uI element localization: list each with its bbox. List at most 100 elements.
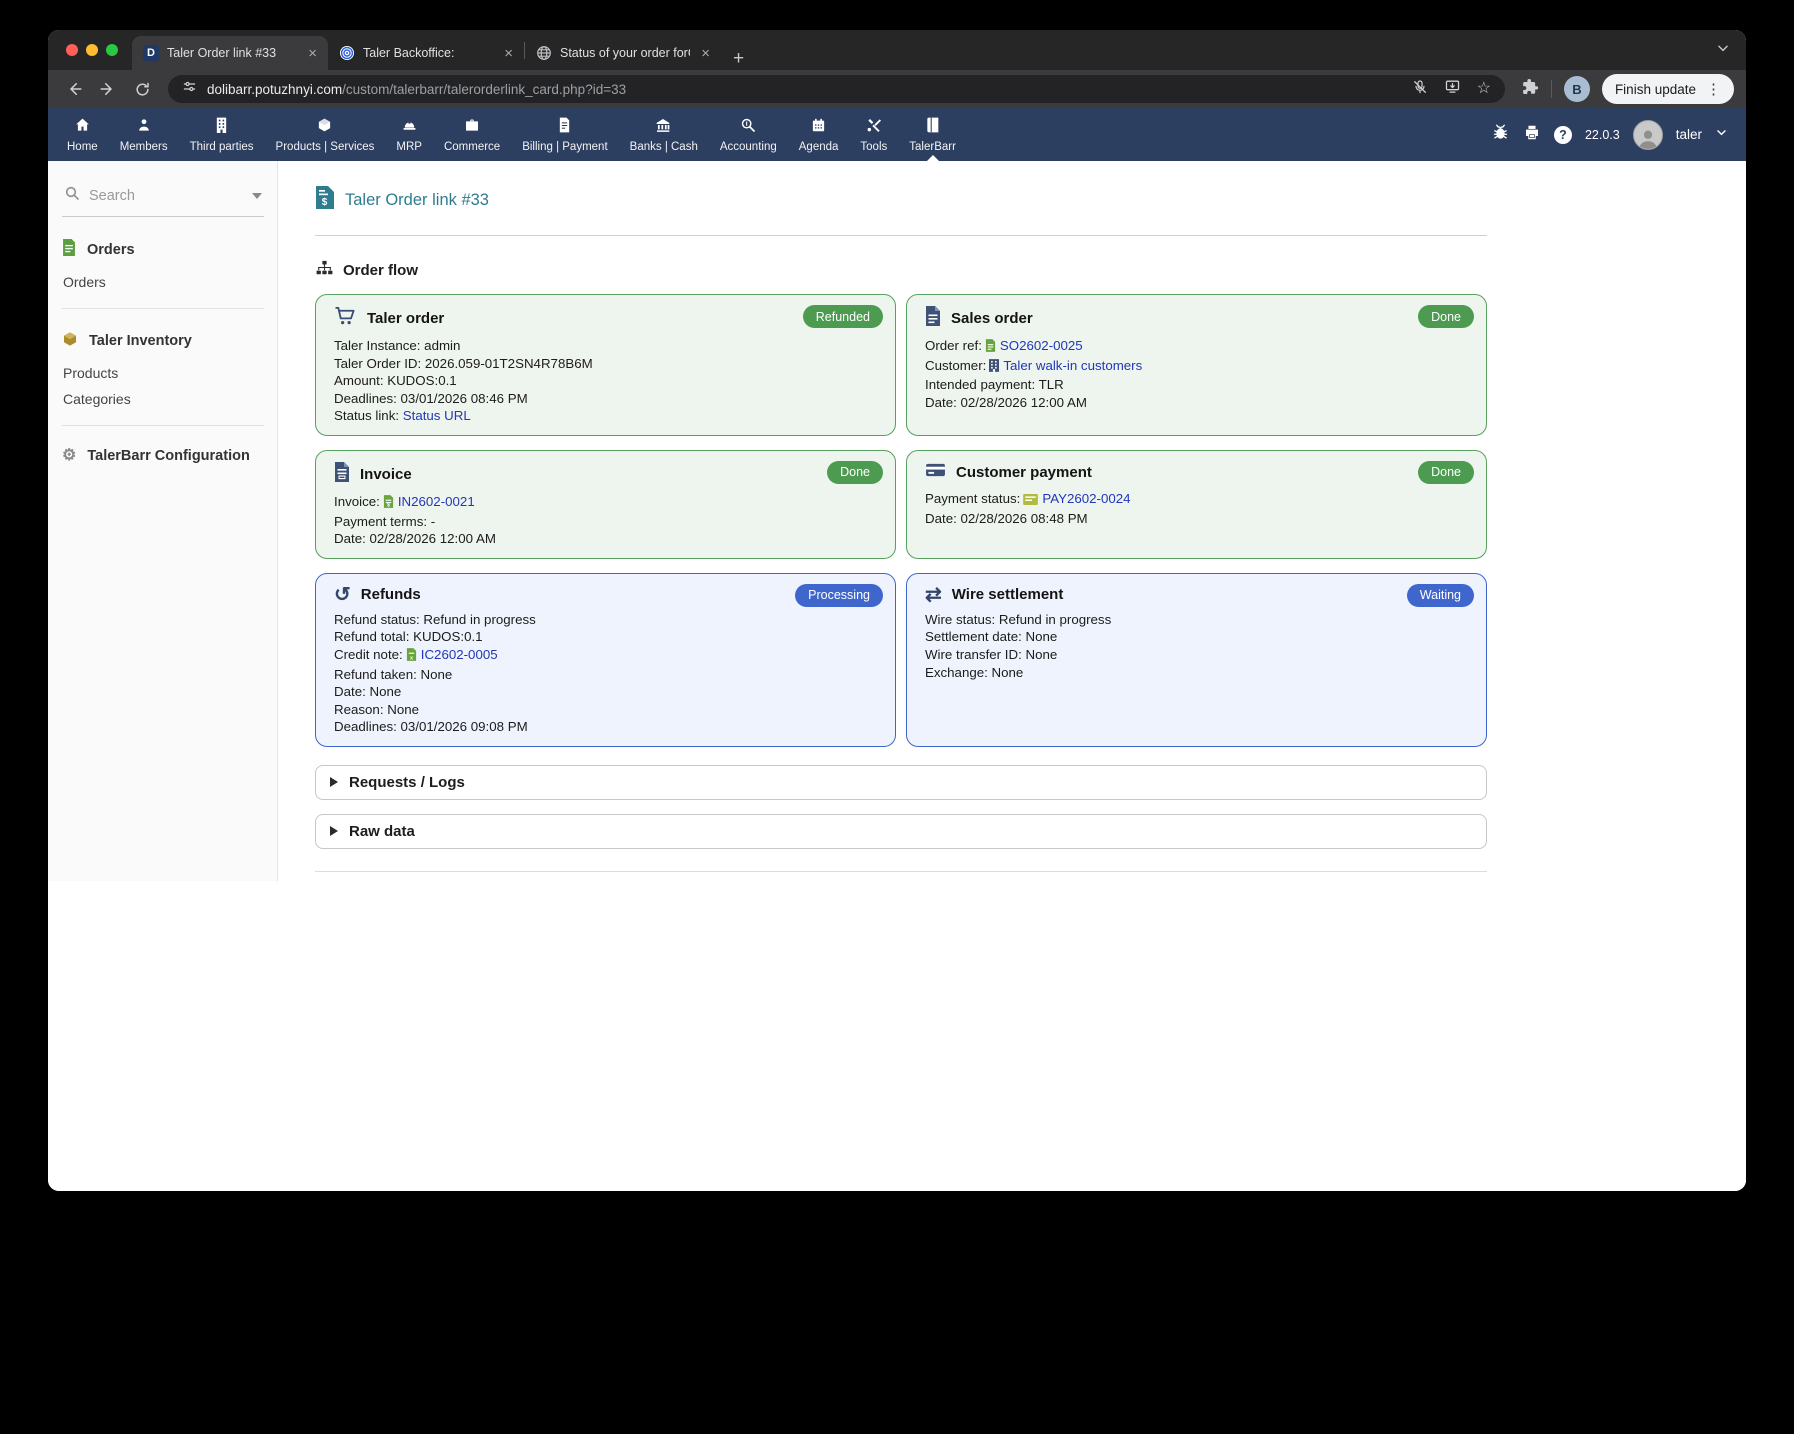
card-sales-order: Sales order Done Order ref:SO2602-0025 C…	[906, 294, 1487, 436]
card-line: Order ref:SO2602-0025	[925, 338, 1468, 355]
svg-text:$: $	[387, 503, 390, 508]
tab-search-chevron-icon[interactable]	[1716, 41, 1730, 60]
sales-order-doc-icon	[925, 306, 941, 331]
credit-note-icon: x	[406, 648, 417, 664]
back-icon[interactable]	[60, 75, 88, 103]
hard-hat-icon	[401, 117, 418, 138]
install-icon[interactable]	[1444, 78, 1461, 100]
zoom-window-button[interactable]	[106, 44, 118, 56]
credit-note-link[interactable]: IC2602-0005	[421, 647, 498, 662]
caret-right-icon	[330, 777, 338, 787]
nav-third-parties[interactable]: Third parties	[179, 108, 265, 161]
close-icon[interactable]: ×	[501, 46, 516, 61]
nav-products-services[interactable]: Products | Services	[265, 108, 386, 161]
tab-title: Taler Order link #33	[167, 46, 297, 60]
invoice-link[interactable]: IN2602-0021	[398, 494, 475, 509]
bug-icon[interactable]	[1491, 123, 1510, 146]
dolibarr-navbar: Home Members Third parties Products | Se…	[48, 108, 1746, 161]
sidebar-section-taler-inventory: Taler Inventory Products Categories	[62, 331, 264, 426]
search-input[interactable]	[89, 188, 239, 204]
nav-tools[interactable]: Tools	[849, 108, 898, 161]
nav-banks-cash[interactable]: Banks | Cash	[619, 108, 709, 161]
nav-home[interactable]: Home	[56, 108, 109, 161]
card-line: Refund status: Refund in progress	[334, 612, 877, 627]
extensions-icon[interactable]	[1521, 78, 1539, 101]
tools-icon	[866, 117, 882, 138]
card-line: Payment status:PAY2602-0024	[925, 491, 1468, 508]
members-icon	[136, 117, 152, 138]
profile-avatar[interactable]: B	[1564, 76, 1590, 102]
url-bar[interactable]: dolibarr.potuzhnyi.com/custom/talerbarr/…	[168, 75, 1505, 103]
accordion-raw-data[interactable]: Raw data	[315, 814, 1487, 849]
card-line: Date: 02/28/2026 08:48 PM	[925, 511, 1468, 526]
credit-card-icon	[925, 462, 946, 484]
sidebar: Orders Orders Taler Inventory Products C…	[48, 161, 278, 881]
traffic-lights	[48, 44, 132, 56]
close-icon[interactable]: ×	[305, 46, 320, 61]
sidebar-divider	[62, 308, 264, 309]
search-caret-icon[interactable]	[252, 193, 262, 199]
page-title-icon: $	[315, 186, 334, 214]
tab-taler-order-link[interactable]: D Taler Order link #33 ×	[132, 36, 328, 70]
status-badge: Refunded	[803, 305, 883, 328]
reload-icon[interactable]	[128, 75, 156, 103]
card-line: Date: 02/28/2026 12:00 AM	[925, 395, 1468, 410]
order-flow-title: Order flow	[343, 262, 418, 279]
print-icon[interactable]	[1523, 124, 1541, 146]
bank-icon	[655, 117, 672, 138]
search-icon	[64, 185, 80, 206]
sidebar-search[interactable]	[62, 181, 264, 217]
site-info-icon[interactable]	[182, 79, 197, 99]
mic-off-icon[interactable]	[1412, 79, 1428, 100]
finish-update-button[interactable]: Finish update ⋮	[1602, 74, 1734, 104]
payment-link[interactable]: PAY2602-0024	[1042, 491, 1130, 506]
user-avatar[interactable]	[1633, 120, 1663, 150]
card-line: Wire status: Refund in progress	[925, 612, 1468, 627]
module-icon	[926, 117, 940, 138]
chevron-down-icon[interactable]	[1715, 126, 1728, 144]
card-line: Refund total: KUDOS:0.1	[334, 629, 877, 644]
help-icon[interactable]: ?	[1554, 126, 1572, 144]
more-menu-icon[interactable]: ⋮	[1706, 80, 1721, 98]
nav-members[interactable]: Members	[109, 108, 179, 161]
tab-taler-backoffice[interactable]: Taler Backoffice: ×	[328, 36, 524, 70]
sidebar-item-categories[interactable]: Categories	[62, 386, 264, 412]
nav-talerbarr[interactable]: TalerBarr	[898, 108, 967, 161]
payment-ref-icon	[1023, 493, 1038, 508]
sidebar-section-header[interactable]: ⚙ TalerBarr Configuration	[62, 448, 264, 464]
invoice-doc-icon	[334, 462, 350, 487]
taler-spiral-icon	[339, 45, 355, 61]
svg-text:$: $	[322, 197, 328, 208]
nav-commerce[interactable]: Commerce	[433, 108, 511, 161]
sidebar-item-orders[interactable]: Orders	[62, 269, 264, 295]
order-ref-doc-icon	[985, 339, 996, 355]
calendar-icon	[811, 117, 826, 138]
new-tab-button[interactable]: +	[721, 48, 756, 70]
forward-icon[interactable]	[94, 75, 122, 103]
nav-mrp[interactable]: MRP	[385, 108, 433, 161]
card-customer-payment: Customer payment Done Payment status:PAY…	[906, 450, 1487, 559]
close-window-button[interactable]	[66, 44, 78, 56]
sales-order-link[interactable]: SO2602-0025	[1000, 338, 1083, 353]
close-icon[interactable]: ×	[698, 46, 713, 61]
tabs: D Taler Order link #33 × Taler Backoffic…	[132, 30, 756, 70]
accordion-requests-logs[interactable]: Requests / Logs	[315, 765, 1487, 800]
customer-link[interactable]: Taler walk-in customers	[1003, 358, 1142, 373]
status-url-link[interactable]: Status URL	[403, 408, 471, 423]
nav-accounting[interactable]: Accounting	[709, 108, 788, 161]
minimize-window-button[interactable]	[86, 44, 98, 56]
status-badge: Processing	[795, 584, 883, 607]
bookmark-star-icon[interactable]: ☆	[1477, 81, 1491, 97]
briefcase-icon	[464, 117, 480, 138]
tab-order-status[interactable]: Status of your order forOrder ×	[525, 36, 721, 70]
gear-icon: ⚙	[62, 448, 76, 464]
browser-window: D Taler Order link #33 × Taler Backoffic…	[48, 30, 1746, 1191]
sidebar-section-header[interactable]: Orders	[62, 239, 264, 260]
sidebar-item-products[interactable]: Products	[62, 360, 264, 386]
nav-billing-payment[interactable]: Billing | Payment	[511, 108, 618, 161]
refund-undo-icon: ↺	[334, 585, 351, 605]
card-line: Taler Order ID: 2026.059-01T2SN4R78B6M	[334, 356, 877, 371]
sidebar-section-header[interactable]: Taler Inventory	[62, 331, 264, 351]
card-taler-order: Taler order Refunded Taler Instance: adm…	[315, 294, 896, 436]
nav-agenda[interactable]: Agenda	[788, 108, 850, 161]
